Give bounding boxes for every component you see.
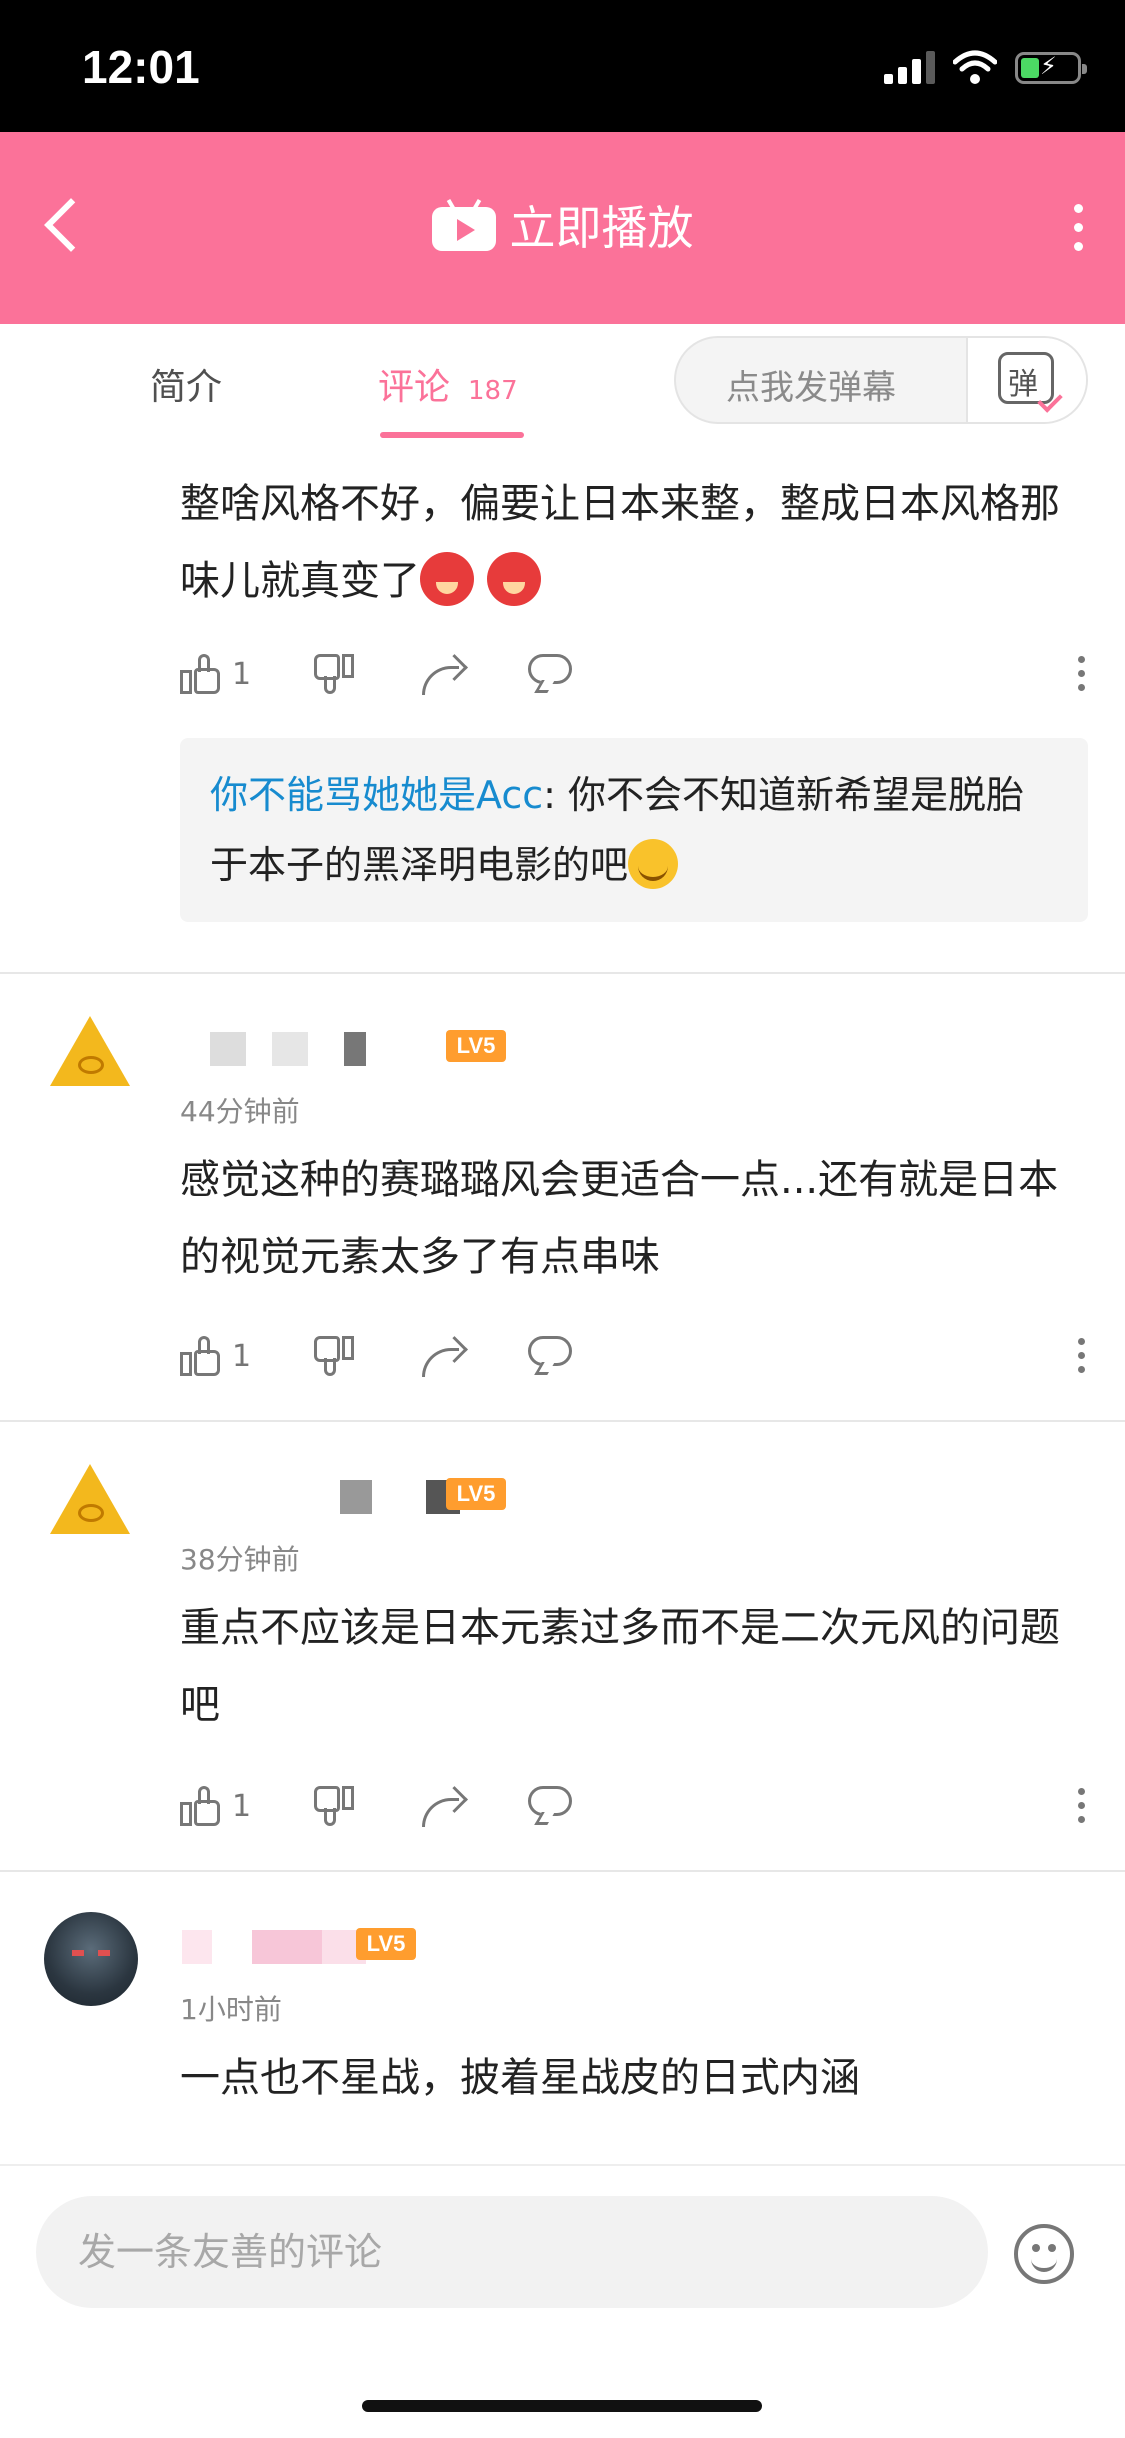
like-button[interactable]: 1 [180,1784,251,1828]
share-icon [420,652,468,695]
comment-more-icon[interactable] [1078,1788,1085,1823]
avatar[interactable] [44,1912,138,2006]
dislike-button[interactable] [310,1784,354,1828]
dislike-button[interactable] [310,1334,354,1378]
share-icon [420,1784,468,1827]
play-now-button[interactable]: 立即播放 [0,192,1125,258]
home-indicator[interactable] [362,2400,762,2412]
tab-intro[interactable]: 简介 [150,358,222,410]
danmaku-toggle-button[interactable]: 弹 [966,338,1086,422]
like-button[interactable]: 1 [180,1334,251,1378]
reply-button[interactable] [528,652,576,693]
tv-play-icon [431,198,496,251]
comment-time: 38分钟前 [180,1543,300,1576]
danmaku-input[interactable]: 点我发弹幕 弹 [674,336,1088,424]
thumb-up-icon [180,1334,224,1378]
header-title: 立即播放 [509,201,694,255]
comment-actions: 1 [180,652,1085,704]
comment-time: 1小时前 [180,1993,282,2026]
reply-button[interactable] [528,1334,576,1375]
comment-bubble-icon [528,1784,576,1825]
thumb-down-icon [310,1784,354,1828]
tab-comments[interactable]: 评论 187 [378,358,518,410]
emoji-picker-icon[interactable] [1014,2224,1074,2284]
avatar[interactable] [44,1008,138,1102]
comment-list[interactable]: 整啥风格不好，偏要让日本来整，整成日本风格那味儿就真变了 1 你不能骂她她是Ac… [0,440,1125,2164]
tab-comments-label: 评论 [378,367,451,408]
username-redacted[interactable] [340,1480,460,1514]
thumb-down-icon [310,1334,354,1378]
angry-emoji-icon [420,552,474,606]
share-button[interactable] [420,1334,468,1377]
more-vertical-icon[interactable] [1074,204,1083,251]
top-header: 立即播放 [0,132,1125,324]
thumb-down-icon [310,652,354,696]
active-tab-indicator [380,432,524,438]
level-badge: LV5 [446,1478,506,1510]
comment-bubble-icon [528,652,576,693]
wifi-icon [953,50,997,84]
signal-icon [884,48,935,84]
like-button[interactable]: 1 [180,652,251,696]
comment-text: 一点也不星战，披着星战皮的日式内涵 [180,2055,860,2101]
status-bar: 12:01 ⚡ [0,0,1125,132]
comment-text: 重点不应该是日本元素过多而不是二次元风的问题吧 [180,1605,1060,1728]
share-button[interactable] [420,652,468,695]
like-count: 1 [232,656,252,692]
username-redacted[interactable] [210,1032,366,1066]
comment-actions: 1 [180,1334,1085,1386]
reply-preview[interactable]: 你不能骂她她是Acc: 你不会不知道新希望是脱胎于本子的黑泽明电影的吧 [180,738,1088,922]
level-badge: LV5 [446,1030,506,1062]
divider [0,972,1125,974]
share-button[interactable] [420,1784,468,1827]
comment-bubble-icon [528,1334,576,1375]
comment-text: 整啥风格不好，偏要让日本来整，整成日本风格那味儿就真变了 [180,481,1060,606]
reply-button[interactable] [528,1784,576,1825]
comment-time: 44分钟前 [180,1095,300,1128]
share-icon [420,1334,468,1377]
comment-actions: 1 [180,1784,1085,1836]
bottom-comment-bar: 发一条友善的评论 [0,2164,1125,2438]
dislike-button[interactable] [310,652,354,696]
thumb-up-icon [180,652,224,696]
battery-icon: ⚡ [1015,52,1087,84]
comment-more-icon[interactable] [1078,656,1085,691]
hug-emoji-icon [628,838,679,889]
thumb-up-icon [180,1784,224,1828]
level-badge: LV5 [356,1928,416,1960]
danmaku-placeholder: 点我发弹幕 [726,368,896,408]
status-time: 12:01 [82,41,200,93]
angry-emoji-icon [486,552,541,606]
comment-input[interactable]: 发一条友善的评论 [36,2196,988,2308]
divider [0,1870,1125,1872]
status-icons: ⚡ [884,48,1087,84]
username-redacted[interactable] [182,1930,366,1964]
tab-bar: 简介 评论 187 点我发弹幕 弹 [0,324,1125,440]
like-count: 1 [232,1788,252,1824]
avatar[interactable] [44,1456,138,1550]
reply-username[interactable]: 你不能骂她她是Acc [210,773,543,817]
danmaku-icon: 弹 [998,352,1063,413]
divider [0,1420,1125,1422]
comment-count: 187 [468,376,518,406]
like-count: 1 [232,1338,252,1374]
comment-more-icon[interactable] [1078,1338,1085,1373]
comment-text: 感觉这种的赛璐璐风会更适合一点...还有就是日本的视觉元素太多了有点串味 [180,1157,1059,1280]
